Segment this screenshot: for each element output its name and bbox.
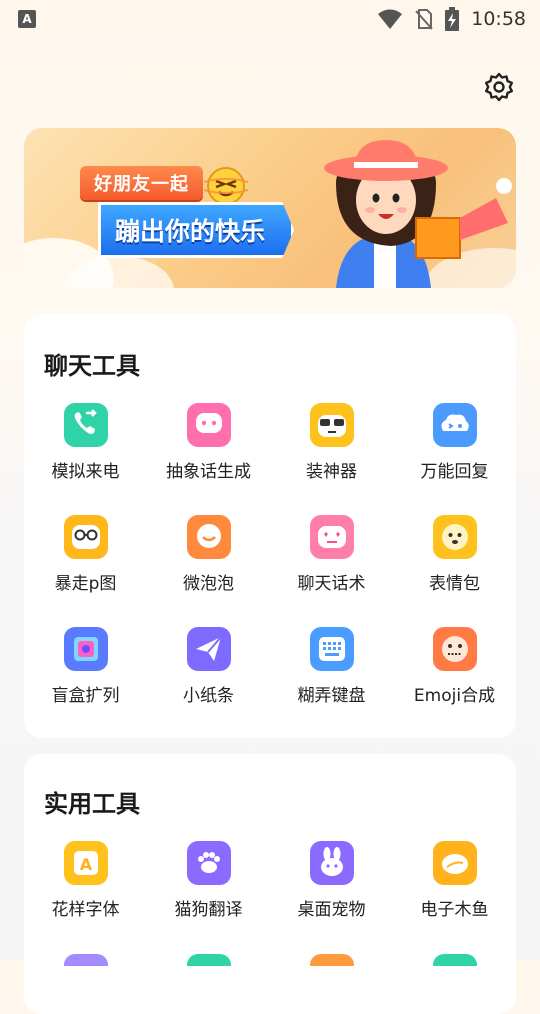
tool-item-keyboard[interactable]: 糊弄键盘 — [270, 627, 393, 739]
paper-plane-icon — [186, 627, 231, 671]
emoji-face-icon — [432, 515, 477, 559]
section-title-chat-tools: 聊天工具 — [44, 352, 140, 380]
tool-label: 桌面宠物 — [297, 900, 366, 920]
no-sim-icon — [415, 9, 433, 30]
next-row-icons-partial — [24, 954, 516, 966]
cloud-face-icon — [432, 403, 477, 447]
utility-tools-grid: A 花样字体 猫狗翻译 桌面宠物 电子木鱼 — [24, 841, 516, 953]
blind-box-icon — [63, 627, 108, 671]
tool-label: 糊弄键盘 — [297, 686, 366, 706]
tool-item-smile-bubble[interactable]: 微泡泡 — [147, 515, 270, 627]
sunglasses-icon — [309, 403, 354, 447]
winking-emoji-icon — [204, 167, 248, 205]
tool-item-wooden-fish[interactable]: 电子木鱼 — [393, 841, 516, 953]
promo-banner[interactable]: 好朋友一起 蹦出你的快乐 — [24, 128, 516, 288]
battery-charging-icon — [445, 7, 460, 31]
heart-eyes-icon — [309, 515, 354, 559]
tool-label: 花样字体 — [51, 900, 120, 920]
tool-label: 微泡泡 — [183, 574, 234, 594]
utility-tools-card: 实用工具 A 花样字体 猫狗翻译 桌面宠物 电子木鱼 — [24, 754, 516, 1014]
banner-title: 蹦出你的快乐 — [98, 202, 295, 258]
section-title-utility-tools: 实用工具 — [44, 790, 140, 818]
tool-item-font-style[interactable]: A 花样字体 — [24, 841, 147, 953]
tool-item-sunglasses[interactable]: 装神器 — [270, 403, 393, 515]
chat-tools-card: 聊天工具 模拟来电 抽象话生成 装神器 万能回复暴走p图 微泡泡 聊天话术 表情包盲盒扩列 小… — [24, 314, 516, 738]
tool-item-cloud-face[interactable]: 万能回复 — [393, 403, 516, 515]
status-time: 10:58 — [471, 8, 526, 30]
chat-tools-grid: 模拟来电 抽象话生成 装神器 万能回复暴走p图 微泡泡 聊天话术 表情包盲盒扩列 小纸条 糊弄键… — [24, 403, 516, 739]
keyboard-icon — [309, 627, 354, 671]
tool-item-phone-call[interactable]: 模拟来电 — [24, 403, 147, 515]
status-bar: A 10:58 — [0, 0, 540, 38]
phone-call-icon — [63, 403, 108, 447]
settings-button[interactable] — [482, 70, 516, 104]
wooden-fish-icon — [432, 841, 477, 885]
glasses-face-icon — [63, 515, 108, 559]
tool-label: 小纸条 — [183, 686, 234, 706]
tool-item-emoji-face[interactable]: 表情包 — [393, 515, 516, 627]
chat-bubble-face-icon — [186, 403, 231, 447]
tool-item-glasses-face[interactable]: 暴走p图 — [24, 515, 147, 627]
bunny-icon — [309, 841, 354, 885]
tool-item-emoji-mix[interactable]: Emoji合成 — [393, 627, 516, 739]
tool-label: 抽象话生成 — [166, 462, 251, 482]
svg-text:A: A — [79, 855, 92, 874]
tool-label: 电子木鱼 — [420, 900, 489, 920]
banner-tag: 好朋友一起 — [80, 166, 203, 200]
tool-label: 盲盒扩列 — [51, 686, 120, 706]
tool-item-heart-eyes[interactable]: 聊天话术 — [270, 515, 393, 627]
tool-item-chat-bubble-face[interactable]: 抽象话生成 — [147, 403, 270, 515]
tool-label: Emoji合成 — [413, 686, 496, 706]
wifi-icon — [378, 9, 403, 29]
paw-icon — [186, 841, 231, 885]
tool-item-bunny[interactable]: 桌面宠物 — [270, 841, 393, 953]
tool-label: 聊天话术 — [297, 574, 366, 594]
tool-item-blind-box[interactable]: 盲盒扩列 — [24, 627, 147, 739]
emoji-mix-icon — [432, 627, 477, 671]
girl-illustration — [324, 140, 512, 288]
tool-label: 万能回复 — [420, 462, 489, 482]
tool-item-paw[interactable]: 猫狗翻译 — [147, 841, 270, 953]
smile-bubble-icon — [186, 515, 231, 559]
gear-icon — [485, 72, 513, 102]
font-style-icon: A — [63, 841, 108, 885]
tool-label: 表情包 — [429, 574, 480, 594]
tool-label: 装神器 — [306, 462, 357, 482]
tool-label: 猫狗翻译 — [174, 900, 243, 920]
tool-item-paper-plane[interactable]: 小纸条 — [147, 627, 270, 739]
notification-a-icon: A — [18, 10, 36, 28]
tool-label: 模拟来电 — [51, 462, 120, 482]
tool-label: 暴走p图 — [54, 574, 117, 594]
